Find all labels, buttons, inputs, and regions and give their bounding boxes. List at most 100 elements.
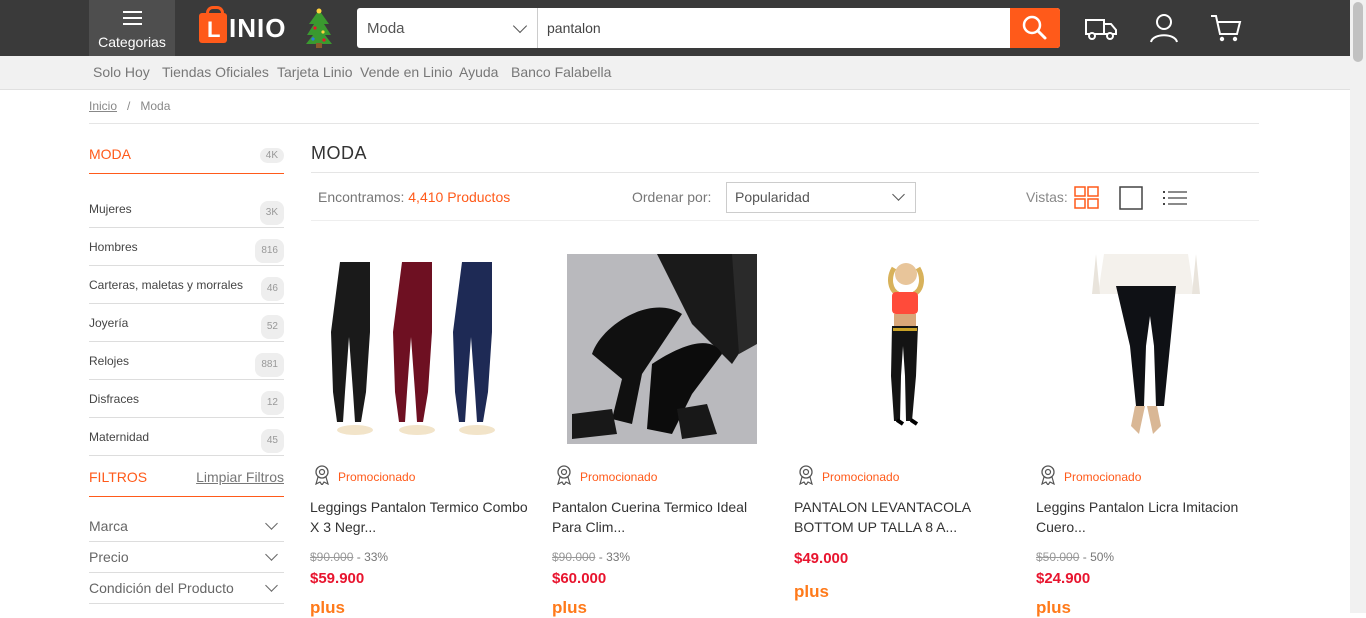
chevron-down-icon (512, 18, 528, 34)
subnav-tarjeta-linio[interactable]: Tarjeta Linio (277, 64, 353, 80)
subnav-ayuda[interactable]: Ayuda (459, 64, 498, 80)
count-badge: 46 (260, 277, 284, 301)
results-count: Encontramos: 4,410 Productos (318, 189, 510, 205)
product-image[interactable] (552, 244, 780, 444)
top-header: Categorias L INIO Moda (0, 0, 1366, 56)
user-account-icon[interactable] (1147, 12, 1181, 44)
count-badge: 816 (255, 239, 284, 263)
subnav-banco-falabella[interactable]: Banco Falabella (511, 64, 611, 80)
strikethrough-price: $90.000 (552, 550, 596, 564)
promoted-tag: Promocionado (314, 465, 415, 485)
sidebar-header[interactable]: MODA 4K (89, 140, 284, 174)
product-price: $59.900 (310, 570, 365, 587)
product-name[interactable]: Leggins Pantalon Licra Imitacion Cuero..… (1036, 497, 1264, 537)
promoted-label: Promocionado (580, 470, 658, 484)
department-select[interactable]: Moda (357, 8, 538, 48)
plus-badge: plus (794, 582, 829, 601)
product-card[interactable]: Promocionado Leggings Pantalon Termico C… (310, 244, 538, 617)
search-icon (1022, 15, 1047, 40)
promoted-tag: Promocionado (1040, 465, 1142, 485)
award-icon (799, 465, 813, 485)
delivery-truck-icon[interactable] (1084, 12, 1118, 44)
filter-condicion[interactable]: Condición del Producto (89, 573, 284, 604)
award-icon (1041, 465, 1055, 485)
product-name[interactable]: Leggings Pantalon Termico Combo X 3 Negr… (310, 497, 538, 537)
secondary-nav: Solo Hoy Tiendas Oficiales Tarjeta Linio… (0, 56, 1350, 90)
sidebar-item-relojes[interactable]: Relojes 881 (89, 342, 284, 380)
old-price: $90.000 - 33% (310, 550, 388, 564)
filter-precio[interactable]: Precio (89, 542, 284, 573)
count-badge: 881 (255, 353, 284, 377)
linio-logo[interactable]: L INIO (199, 6, 286, 46)
list-view-icon[interactable] (1162, 186, 1188, 210)
discount: - 33% (356, 550, 389, 564)
categories-button[interactable]: Categorias (89, 0, 175, 56)
scrollbar-thumb[interactable] (1353, 2, 1363, 62)
categories-label: Categorias (98, 34, 166, 50)
page-scrollbar[interactable] (1350, 0, 1366, 613)
page-title: MODA (311, 143, 367, 163)
category-sidebar: MODA 4K Mujeres 3K Hombres 816 Carteras, m… (89, 140, 284, 456)
search-input[interactable] (539, 8, 1009, 48)
sort-select[interactable]: Popularidad (726, 182, 916, 213)
shopping-cart-icon[interactable] (1209, 12, 1243, 44)
subnav-solo-hoy[interactable]: Solo Hoy (93, 64, 150, 80)
chevron-down-icon (892, 188, 905, 201)
product-name[interactable]: PANTALON LEVANTACOLA BOTTOM UP TALLA 8 A… (794, 497, 1022, 537)
count-badge: 52 (260, 315, 284, 339)
grid-view-icon[interactable] (1074, 186, 1100, 210)
sidebar-item-mujeres[interactable]: Mujeres 3K (89, 190, 284, 228)
plus-badge: plus (1036, 598, 1071, 617)
sidebar-item-joyeria[interactable]: Joyería 52 (89, 304, 284, 342)
sidebar-item-label: Disfraces (89, 392, 140, 406)
product-card[interactable]: Promocionado PANTALON LEVANTACOLA BOTTOM… (794, 244, 1022, 601)
count-badge: 12 (260, 391, 284, 415)
old-price: $50.000 - 50% (1036, 550, 1114, 564)
promoted-label: Promocionado (822, 470, 900, 484)
divider (89, 123, 1259, 124)
product-image[interactable] (310, 244, 538, 444)
christmas-tree-icon (306, 8, 332, 48)
views-label: Vistas: (1026, 189, 1068, 205)
sort-value: Popularidad (735, 189, 810, 205)
discount: - 33% (598, 550, 631, 564)
count-badge: 45 (260, 429, 284, 453)
sidebar-item-maternidad[interactable]: Maternidad 45 (89, 418, 284, 456)
sidebar-item-disfraces[interactable]: Disfraces 12 (89, 380, 284, 418)
single-view-icon[interactable] (1119, 186, 1145, 210)
promoted-tag: Promocionado (556, 465, 658, 485)
plus-badge: plus (310, 598, 345, 617)
promoted-tag: Promocionado (798, 465, 900, 485)
product-price: $49.000 (794, 550, 849, 567)
subnav-vende-en-linio[interactable]: Vende en Linio (360, 64, 453, 80)
breadcrumb-home[interactable]: Inicio (89, 99, 117, 113)
sidebar-item-carteras[interactable]: Carteras, maletas y morrales 46 (89, 266, 284, 304)
shopping-bag-logo-icon: L (199, 6, 227, 43)
product-name[interactable]: Pantalon Cuerina Termico Ideal Para Clim… (552, 497, 780, 537)
product-image[interactable] (1036, 244, 1264, 444)
search-button[interactable] (1010, 8, 1060, 48)
product-card[interactable]: Promocionado Leggins Pantalon Licra Imit… (1036, 244, 1264, 617)
filter-marca[interactable]: Marca (89, 511, 284, 542)
sidebar-item-label: Joyería (89, 316, 129, 330)
filter-label: Condición del Producto (89, 580, 234, 596)
product-price: $24.900 (1036, 570, 1091, 587)
product-price: $60.000 (552, 570, 607, 587)
strikethrough-price: $50.000 (1036, 550, 1080, 564)
subnav-tiendas-oficiales[interactable]: Tiendas Oficiales (162, 64, 269, 80)
search-bar: Moda (357, 8, 1060, 48)
product-image[interactable] (794, 244, 1022, 444)
product-card[interactable]: Promocionado Pantalon Cuerina Termico Id… (552, 244, 780, 617)
old-price: $90.000 - 33% (552, 550, 630, 564)
breadcrumb-separator: / (127, 99, 131, 113)
award-icon (557, 465, 571, 485)
breadcrumb: Inicio / Moda (89, 99, 170, 113)
sidebar-item-hombres[interactable]: Hombres 816 (89, 228, 284, 266)
sidebar-item-label: Carteras, maletas y morrales (89, 278, 244, 292)
clear-filters-link[interactable]: Limpiar Filtros (196, 469, 284, 485)
filter-label: Precio (89, 549, 129, 565)
promoted-label: Promocionado (1064, 470, 1142, 484)
filters-panel: FILTROS Limpiar Filtros Marca Precio Con… (89, 462, 284, 604)
menu-icon (123, 11, 142, 29)
chevron-down-icon (265, 517, 278, 530)
